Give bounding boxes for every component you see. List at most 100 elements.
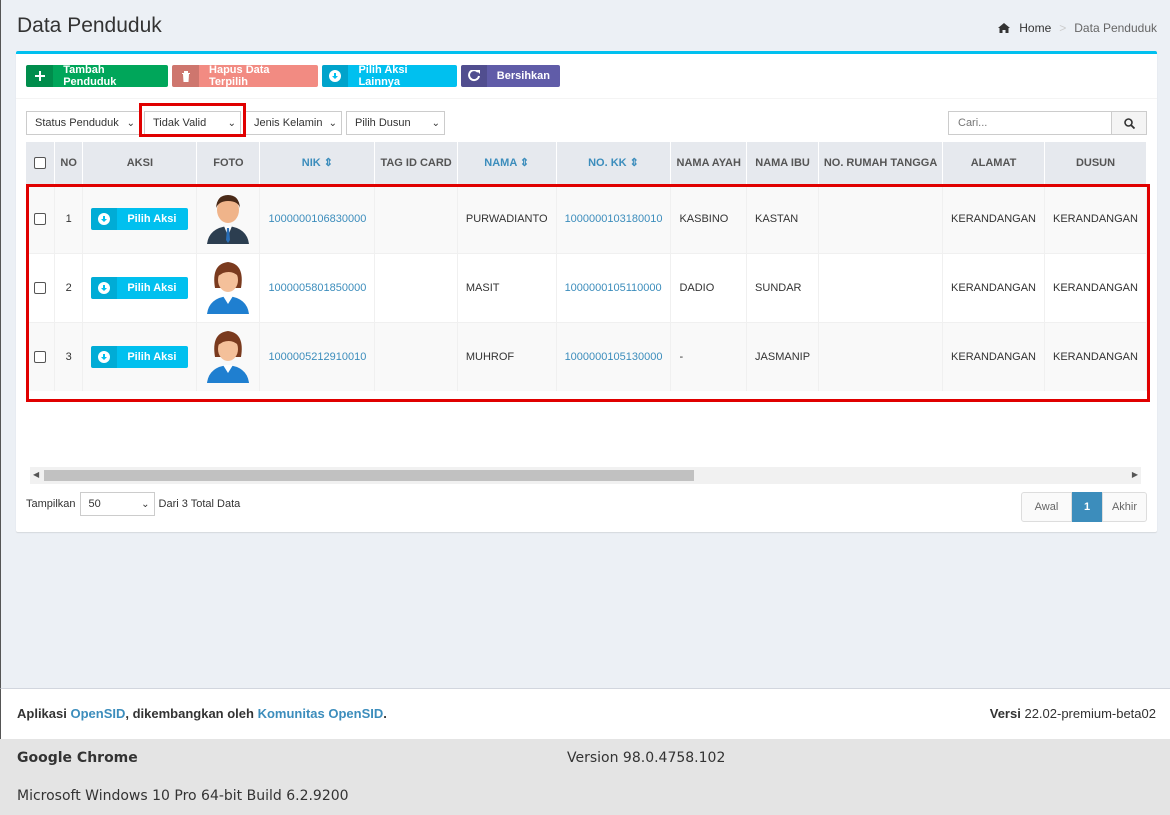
footer-version: Versi 22.02-premium-beta02 bbox=[990, 706, 1156, 721]
col-rumah-tangga: NO. RUMAH TANGGA bbox=[818, 142, 944, 184]
select-all-checkbox[interactable] bbox=[34, 156, 46, 169]
scroll-right-icon[interactable]: ▶ bbox=[1132, 470, 1138, 479]
table-row: 2 Pilih Aksi 1000005801850000 MASIT 1000… bbox=[26, 252, 1147, 322]
male-avatar-icon[interactable] bbox=[205, 190, 251, 244]
pagination: Awal 1 Akhir bbox=[1021, 492, 1147, 522]
clear-button[interactable]: Bersihkan bbox=[461, 65, 560, 87]
row-dusun: KERANDANGAN bbox=[1044, 321, 1147, 391]
opensid-link[interactable]: OpenSID bbox=[70, 706, 125, 721]
col-dusun: DUSUN bbox=[1044, 142, 1147, 184]
page-title: Data Penduduk bbox=[17, 14, 162, 37]
arrow-circle-down-icon bbox=[91, 276, 118, 299]
col-no-kk-label: NO. KK bbox=[588, 157, 627, 170]
row-nama: PURWADIANTO bbox=[457, 183, 557, 253]
add-resident-button[interactable]: Tambah Penduduk bbox=[26, 65, 168, 87]
row-select-cell bbox=[26, 321, 55, 391]
col-nik[interactable]: NIK ⇕ bbox=[259, 142, 376, 184]
row-dusun: KERANDANGAN bbox=[1044, 252, 1147, 322]
table-header-row: NO AKSI FOTO NIK ⇕ TAG ID CARD NAMA ⇕ NO… bbox=[26, 142, 1147, 184]
row-no-kk[interactable]: 1000000105130000 bbox=[556, 321, 672, 391]
per-page-group: Tampilkan 50 ⌄ Dari 3 Total Data bbox=[26, 492, 240, 516]
status-filter-select[interactable]: Status Penduduk ⌄ bbox=[26, 111, 140, 135]
current-page-button[interactable]: 1 bbox=[1072, 492, 1102, 522]
search-input[interactable] bbox=[949, 112, 1111, 134]
row-nama: MUHROF bbox=[457, 321, 557, 391]
toolbar: Tambah Penduduk Hapus Data Terpilih Pili… bbox=[26, 65, 560, 87]
row-ibu: SUNDAR bbox=[746, 252, 820, 322]
row-ayah: KASBINO bbox=[670, 183, 748, 253]
home-icon bbox=[998, 23, 1011, 33]
validity-filter-select[interactable]: Tidak Valid ⌄ bbox=[144, 111, 241, 135]
per-page-select[interactable]: 50 ⌄ bbox=[79, 492, 155, 516]
sort-icon: ⇕ bbox=[519, 157, 530, 170]
arrow-circle-down-icon bbox=[91, 345, 118, 368]
row-tag bbox=[374, 183, 458, 253]
first-page-button[interactable]: Awal bbox=[1021, 492, 1072, 522]
row-action-button[interactable]: Pilih Aksi bbox=[91, 207, 189, 230]
female-avatar-icon[interactable] bbox=[205, 258, 251, 314]
row-nik-link[interactable]: 1000005212910010 bbox=[268, 351, 366, 363]
col-no: NO bbox=[54, 142, 84, 184]
row-action-button[interactable]: Pilih Aksi bbox=[91, 276, 189, 299]
row-checkbox[interactable] bbox=[34, 212, 46, 225]
pager-row: Tampilkan 50 ⌄ Dari 3 Total Data Awal 1 … bbox=[26, 492, 1147, 522]
refresh-icon bbox=[461, 65, 487, 87]
row-alamat: KERANDANGAN bbox=[942, 321, 1045, 391]
row-select-cell bbox=[26, 183, 55, 253]
row-no-kk[interactable]: 1000000103180010 bbox=[556, 183, 672, 253]
row-no-kk-link[interactable]: 1000000105110000 bbox=[565, 282, 662, 294]
select-all-header[interactable] bbox=[26, 142, 55, 184]
row-nik[interactable]: 1000005212910010 bbox=[259, 321, 376, 391]
row-action-label: Pilih Aksi bbox=[127, 350, 177, 363]
row-dusun: KERANDANGAN bbox=[1044, 183, 1147, 253]
col-nama[interactable]: NAMA ⇕ bbox=[457, 142, 557, 184]
dusun-filter-select[interactable]: Pilih Dusun ⌄ bbox=[346, 111, 445, 135]
delete-selected-button[interactable]: Hapus Data Terpilih bbox=[172, 65, 318, 87]
scrollbar-thumb[interactable] bbox=[44, 470, 694, 481]
col-nama-ibu: NAMA IBU bbox=[746, 142, 820, 184]
status-filter-value: Status Penduduk bbox=[35, 117, 119, 129]
row-select-cell bbox=[26, 252, 55, 322]
table-row: 3 Pilih Aksi 1000005212910010 MUHROF 100… bbox=[26, 321, 1147, 391]
row-no-kk-link[interactable]: 1000000103180010 bbox=[565, 213, 663, 225]
other-actions-button[interactable]: Pilih Aksi Lainnya bbox=[322, 65, 457, 87]
browser-version: Version 98.0.4758.102 bbox=[567, 750, 726, 766]
search-button[interactable] bbox=[1111, 112, 1146, 134]
horizontal-scrollbar[interactable]: ◀ ▶ bbox=[30, 467, 1141, 484]
show-label: Tampilkan bbox=[26, 498, 76, 510]
last-page-button[interactable]: Akhir bbox=[1102, 492, 1147, 522]
gender-filter-select[interactable]: Jenis Kelamin ⌄ bbox=[245, 111, 342, 135]
row-no-kk[interactable]: 1000000105110000 bbox=[556, 252, 672, 322]
version-value: 22.02-premium-beta02 bbox=[1024, 706, 1156, 721]
female-avatar-icon[interactable] bbox=[205, 327, 251, 384]
row-no-kk-link[interactable]: 1000000105130000 bbox=[565, 351, 663, 363]
row-rumah-tangga bbox=[818, 252, 944, 322]
col-nama-label: NAMA bbox=[484, 157, 517, 170]
row-ibu: KASTAN bbox=[746, 183, 820, 253]
row-action-cell: Pilih Aksi bbox=[82, 183, 198, 253]
per-page-value: 50 bbox=[88, 498, 101, 510]
row-rumah-tangga bbox=[818, 321, 944, 391]
row-tag bbox=[374, 321, 458, 391]
col-alamat: ALAMAT bbox=[942, 142, 1045, 184]
row-nik[interactable]: 1000000106830000 bbox=[259, 183, 376, 253]
app-frame: Data Penduduk Home > Data Penduduk Tamba… bbox=[0, 0, 1170, 739]
content-header: Data Penduduk Home > Data Penduduk bbox=[1, 0, 1170, 52]
community-link[interactable]: Komunitas OpenSID bbox=[258, 706, 384, 721]
row-nik-link[interactable]: 1000000106830000 bbox=[268, 213, 366, 225]
scroll-left-icon[interactable]: ◀ bbox=[33, 470, 39, 479]
col-no-kk[interactable]: NO. KK ⇕ bbox=[556, 142, 672, 184]
filters: Status Penduduk ⌄ Tidak Valid ⌄ Jenis Ke… bbox=[26, 111, 445, 135]
row-nik[interactable]: 1000005801850000 bbox=[259, 252, 376, 322]
breadcrumb-home[interactable]: Home bbox=[998, 21, 1051, 35]
col-aksi: AKSI bbox=[82, 142, 198, 184]
row-action-label: Pilih Aksi bbox=[127, 212, 177, 225]
arrow-circle-down-icon bbox=[91, 207, 118, 230]
row-checkbox[interactable] bbox=[34, 281, 46, 294]
row-nik-link[interactable]: 1000005801850000 bbox=[268, 282, 366, 294]
footer-prefix: Aplikasi bbox=[17, 706, 71, 721]
row-action-button[interactable]: Pilih Aksi bbox=[91, 345, 189, 368]
footer-middle: , dikembangkan oleh bbox=[125, 706, 258, 721]
row-checkbox[interactable] bbox=[34, 350, 46, 363]
gender-filter-value: Jenis Kelamin bbox=[254, 117, 323, 129]
